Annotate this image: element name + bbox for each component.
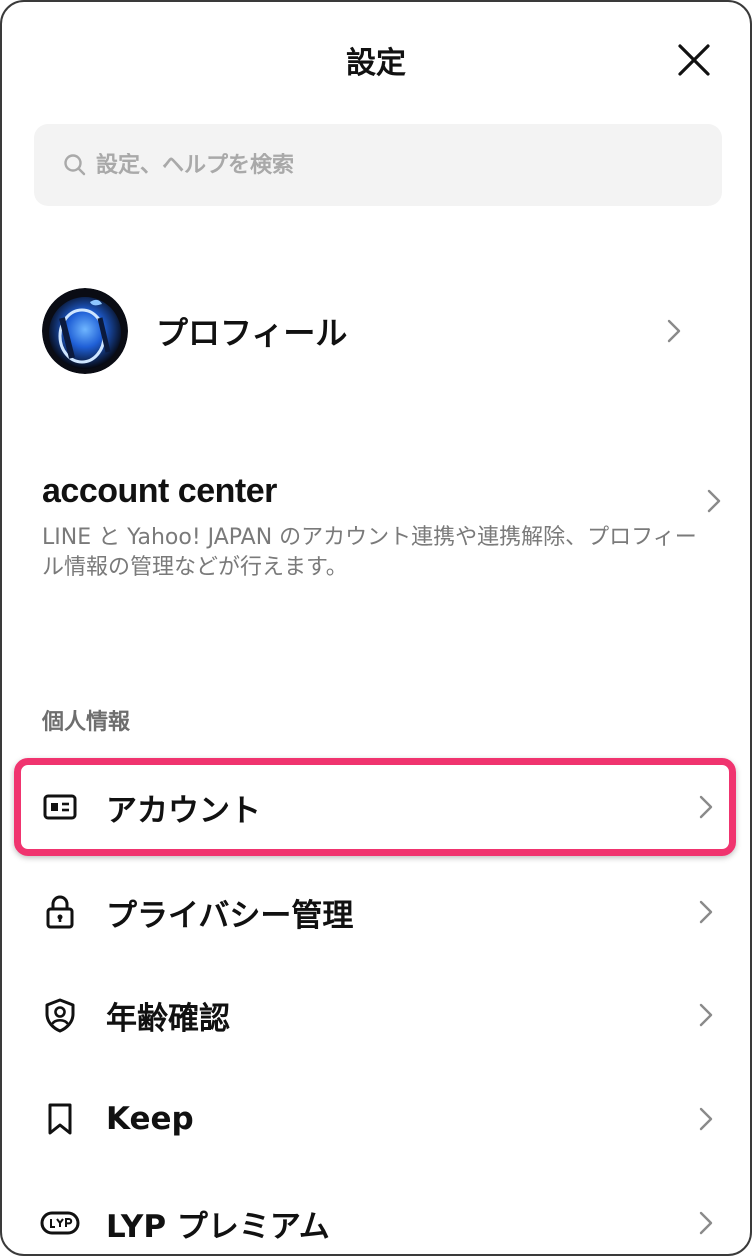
id-card-icon bbox=[42, 789, 78, 825]
chevron-right-icon bbox=[698, 1002, 714, 1028]
chevron-right-icon bbox=[706, 488, 722, 514]
menu-item-age-verification[interactable]: 年齢確認 bbox=[2, 965, 750, 1065]
close-icon bbox=[678, 44, 710, 76]
profile-row[interactable]: プロフィール bbox=[42, 286, 722, 376]
shield-person-icon bbox=[42, 997, 78, 1033]
menu-item-account[interactable]: アカウント bbox=[2, 757, 750, 857]
chevron-right-icon bbox=[698, 794, 714, 820]
search-input[interactable] bbox=[96, 152, 656, 178]
account-center-row[interactable]: account center LINE と Yahoo! JAPAN のアカウン… bbox=[42, 472, 722, 583]
close-button[interactable] bbox=[674, 40, 714, 80]
chevron-right-icon bbox=[698, 899, 714, 925]
search-icon bbox=[64, 154, 86, 176]
profile-label: プロフィール bbox=[156, 314, 348, 352]
section-label-personal-info: 個人情報 bbox=[42, 710, 131, 735]
bookmark-icon bbox=[42, 1101, 78, 1137]
chevron-right-icon bbox=[698, 1106, 714, 1132]
page-title: 設定 bbox=[346, 46, 406, 81]
avatar bbox=[42, 288, 128, 374]
menu-item-lyp-premium[interactable]: LYP プレミアム bbox=[2, 1173, 750, 1254]
chevron-right-icon bbox=[666, 318, 682, 344]
menu-item-privacy[interactable]: プライバシー管理 bbox=[2, 862, 750, 962]
menu-label: Keep bbox=[106, 1101, 194, 1137]
account-center-description: LINE と Yahoo! JAPAN のアカウント連携や連携解除、プロフィール… bbox=[42, 525, 697, 580]
menu-label: LYP プレミアム bbox=[106, 1208, 330, 1245]
menu-label: アカウント bbox=[106, 792, 261, 829]
chevron-right-icon bbox=[698, 1210, 714, 1236]
header: 設定 bbox=[2, 2, 750, 118]
menu-label: プライバシー管理 bbox=[106, 897, 354, 934]
lock-icon bbox=[42, 894, 78, 930]
settings-screen: 設定 設定、ヘルプを検索 プロフィール account center LINE … bbox=[0, 0, 752, 1256]
search-bar[interactable] bbox=[34, 124, 722, 206]
menu-item-keep[interactable]: Keep bbox=[2, 1069, 750, 1169]
menu-label: 年齢確認 bbox=[106, 1000, 230, 1037]
lyp-badge-icon bbox=[40, 1205, 80, 1241]
account-center-title: account center bbox=[42, 472, 277, 510]
